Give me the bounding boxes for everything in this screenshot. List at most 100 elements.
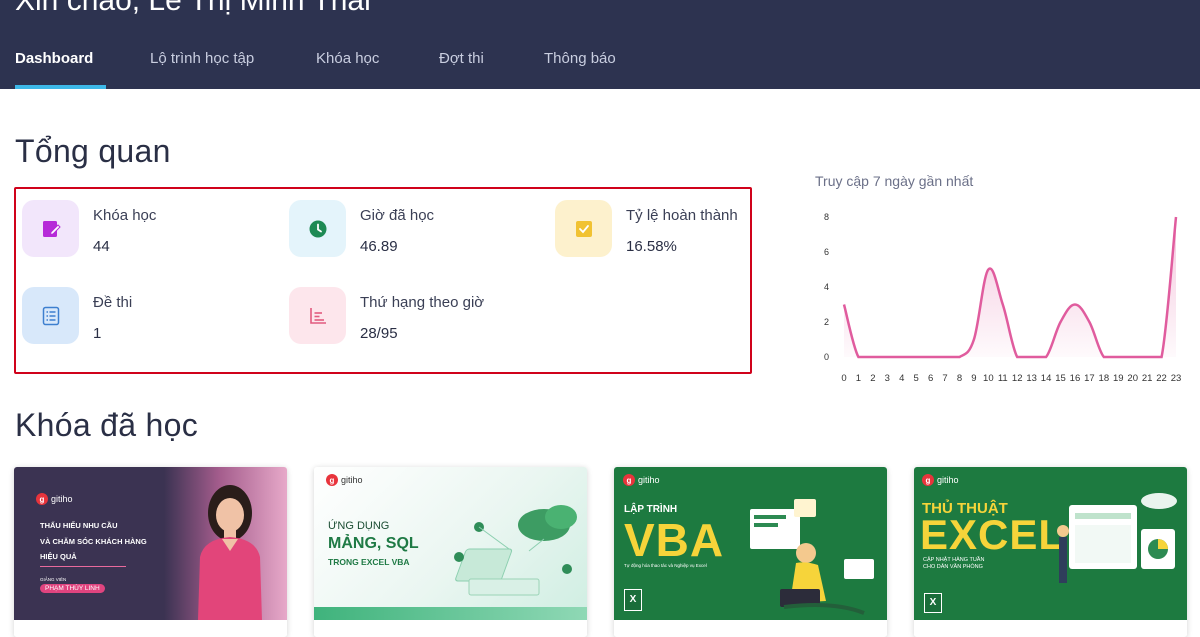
data-point xyxy=(1160,355,1164,359)
active-tab-indicator xyxy=(15,85,106,89)
checklist-icon xyxy=(22,287,79,344)
x-tick-label: 17 xyxy=(1084,373,1095,384)
tab-learning-path[interactable]: Lộ trình học tập xyxy=(150,50,254,67)
x-tick-label: 12 xyxy=(1012,373,1023,384)
card-footer xyxy=(614,620,887,637)
data-point xyxy=(856,355,860,359)
stat-value: 46.89 xyxy=(360,238,398,255)
course-line: CẬP NHẬT HÀNG TUẦN xyxy=(923,557,985,563)
tab-exams[interactable]: Đợt thi xyxy=(439,50,484,67)
x-tick-label: 2 xyxy=(870,373,875,384)
stat-label: Giờ đã học xyxy=(360,207,435,224)
data-point xyxy=(986,268,990,272)
course-line: VBA xyxy=(624,514,725,566)
tab-courses[interactable]: Khóa học xyxy=(316,50,379,67)
course-line: ỨNG DỤNG xyxy=(328,520,390,532)
stat-value: 44 xyxy=(93,238,110,255)
data-point xyxy=(1131,355,1135,359)
excel-icon: X xyxy=(924,593,942,613)
course-thumbnail: g gitiho LẬP TRÌNH VBA Tự động hóa thao t… xyxy=(614,467,887,620)
course-card[interactable]: g gitiho LẬP TRÌNH VBA Tự động hóa thao t… xyxy=(614,467,887,637)
x-tick-label: 23 xyxy=(1171,373,1182,384)
x-tick-label: 3 xyxy=(885,373,890,384)
x-tick-label: 5 xyxy=(914,373,919,384)
top-header: Xin chào, Lê Thị Minh Thái Dashboard Lộ … xyxy=(0,0,1200,89)
x-tick-label: 6 xyxy=(928,373,933,384)
course-thumbnail: g gitiho THẤU HIỂU NHU CẦU VÀ CHĂM SÓC KH… xyxy=(14,467,287,620)
course-line: HIỆU QUẢ xyxy=(40,552,77,561)
x-tick-label: 0 xyxy=(841,373,846,384)
x-tick-label: 10 xyxy=(983,373,994,384)
x-tick-label: 8 xyxy=(957,373,962,384)
course-card[interactable]: g gitiho THỦ THUẬT EXCEL CẬP NHẬT HÀNG TU… xyxy=(914,467,1187,637)
x-tick-label: 20 xyxy=(1127,373,1138,384)
x-tick-label: 11 xyxy=(998,373,1008,384)
gitiho-logo: g gitiho xyxy=(36,493,73,505)
course-line: CHO DÂN VĂN PHÒNG xyxy=(923,564,983,570)
x-tick-label: 16 xyxy=(1070,373,1081,384)
data-point xyxy=(1059,320,1063,324)
card-footer xyxy=(914,620,1187,637)
data-point xyxy=(1174,215,1178,219)
data-point xyxy=(1044,355,1048,359)
x-tick-label: 4 xyxy=(899,373,904,384)
data-point xyxy=(1073,303,1077,307)
course-line: EXCEL xyxy=(920,511,1066,558)
stat-label: Thứ hạng theo giờ xyxy=(360,294,485,311)
course-thumbnail: g gitiho ỨNG DỤNG MẢNG, SQL TRONG EXCEL V… xyxy=(314,467,587,620)
course-line: TRONG EXCEL VBA xyxy=(328,557,410,567)
excel-icon: X xyxy=(624,589,642,611)
stat-label: Đề thi xyxy=(93,294,133,311)
tab-notifications[interactable]: Thông báo xyxy=(544,50,616,67)
x-tick-label: 7 xyxy=(942,373,947,384)
y-tick-label: 8 xyxy=(824,212,829,222)
divider xyxy=(40,566,126,567)
stat-value: 28/95 xyxy=(360,325,398,342)
x-tick-label: 9 xyxy=(971,373,976,384)
tab-dashboard[interactable]: Dashboard xyxy=(15,50,93,67)
data-point xyxy=(885,355,889,359)
x-tick-label: 18 xyxy=(1099,373,1110,384)
data-point xyxy=(943,355,947,359)
teacher-label: GIẢNG VIÊN xyxy=(40,577,67,582)
x-tick-label: 15 xyxy=(1055,373,1066,384)
clock-icon xyxy=(289,200,346,257)
overview-title: Tổng quan xyxy=(15,133,171,169)
x-tick-label: 14 xyxy=(1041,373,1052,384)
stat-label: Tỷ lệ hoàn thành xyxy=(626,207,738,224)
teacher-name: PHẠM THÙY LINH xyxy=(40,584,105,593)
stat-value: 16.58% xyxy=(626,238,677,255)
access-chart: 024680 1 2 3 4 5 6 7 8 9 10 11 12 13 14 15 16 17 18 19 20 21 2… xyxy=(824,212,1182,384)
x-tick-label: 1 xyxy=(856,373,861,384)
y-tick-label: 4 xyxy=(824,282,829,292)
course-card[interactable]: g gitiho ỨNG DỤNG MẢNG, SQL TRONG EXCEL V… xyxy=(314,467,587,637)
y-tick-label: 2 xyxy=(824,317,829,327)
chart-title: Truy cập 7 ngày gần nhất xyxy=(815,173,974,189)
course-line: THẤU HIỂU NHU CẦU xyxy=(40,521,118,530)
course-line: Tự động hóa thao tác và Nghiệp vụ Excel xyxy=(624,563,707,568)
y-tick-label: 6 xyxy=(824,247,829,257)
stat-value: 1 xyxy=(93,325,102,342)
checkbox-icon xyxy=(555,200,612,257)
gitiho-logo: g gitiho xyxy=(623,474,660,486)
x-tick-label: 21 xyxy=(1142,373,1153,384)
instructor-photo xyxy=(198,485,262,620)
data-point xyxy=(972,338,976,342)
data-point xyxy=(900,355,904,359)
bar-chart-icon xyxy=(289,287,346,344)
card-footer xyxy=(14,620,287,637)
gitiho-logo: g gitiho xyxy=(922,474,959,486)
data-point xyxy=(914,355,918,359)
dashboard-illustration xyxy=(1057,493,1177,583)
stat-label: Khóa học xyxy=(93,207,157,224)
data-point xyxy=(1001,303,1005,307)
courses-title: Khóa đã học xyxy=(15,407,199,443)
bottom-stripe xyxy=(314,607,587,620)
course-thumbnail: g gitiho THỦ THUẬT EXCEL CẬP NHẬT HÀNG TU… xyxy=(914,467,1187,620)
card-footer xyxy=(314,620,587,637)
programmer-illustration xyxy=(750,499,874,615)
gitiho-logo: g gitiho xyxy=(326,474,363,486)
course-card[interactable]: g gitiho THẤU HIỂU NHU CẦU VÀ CHĂM SÓC KH… xyxy=(14,467,287,637)
x-tick-label: 13 xyxy=(1026,373,1037,384)
data-point xyxy=(871,355,875,359)
